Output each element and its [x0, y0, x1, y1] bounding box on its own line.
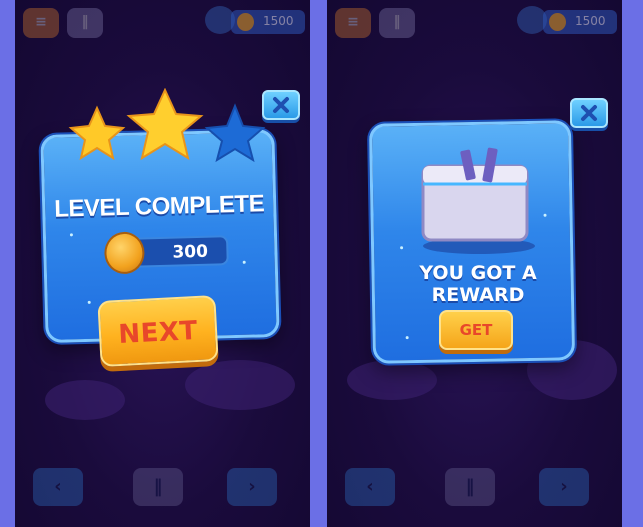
arrow-right-icon: › [248, 476, 256, 497]
coin-counter: 1500 [543, 10, 617, 34]
star-rating [68, 88, 266, 163]
bg-rock [45, 380, 125, 420]
forward-button[interactable]: › [539, 468, 589, 506]
bg-rock [347, 360, 437, 400]
pause-button[interactable]: ‖ [67, 8, 103, 38]
star-empty-icon [204, 103, 266, 163]
coin-icon [103, 231, 145, 275]
next-label: NEXT [117, 315, 199, 351]
coin-count: 1500 [263, 14, 294, 28]
level-complete-title: LEVEL COMPLETE [53, 190, 265, 223]
pause-footer-button[interactable]: ‖ [133, 468, 183, 506]
close-button[interactable] [570, 98, 608, 128]
get-button[interactable]: GET [439, 310, 513, 350]
menu-button[interactable]: ≡ [335, 8, 371, 38]
pause-footer-button[interactable]: ‖ [445, 468, 495, 506]
arrow-left-icon: ‹ [54, 476, 62, 497]
pause-button[interactable]: ‖ [379, 8, 415, 38]
menu-icon: ≡ [347, 14, 359, 30]
close-icon [581, 105, 597, 121]
coin-icon [237, 13, 254, 31]
coin-count: 1500 [575, 14, 606, 28]
reward-screen: ≡ ‖ 1500 YOU GOT A REWARD GET ‹ ‖ › [327, 0, 622, 527]
pause-icon: ‖ [465, 476, 475, 497]
coins-earned-bar: 300 [103, 231, 229, 275]
coin-counter: 1500 [231, 10, 305, 34]
pause-icon: ‖ [393, 14, 401, 30]
level-complete-screen: ≡ ‖ 1500 LEVEL COMPLETE 300 NEXT ‹ ‖ › [15, 0, 310, 527]
next-button[interactable]: NEXT [97, 294, 219, 368]
get-label: GET [459, 321, 493, 339]
star-filled-icon [68, 105, 126, 161]
reward-chest-icon [421, 147, 535, 254]
bg-rock [185, 360, 295, 410]
previous-button[interactable]: ‹ [345, 468, 395, 506]
forward-button[interactable]: › [227, 468, 277, 506]
pause-icon: ‖ [81, 14, 89, 30]
reward-title: YOU GOT A REWARD [419, 262, 537, 306]
star-filled-icon [126, 88, 204, 161]
previous-button[interactable]: ‹ [33, 468, 83, 506]
pause-icon: ‖ [153, 476, 163, 497]
coin-icon [549, 13, 566, 31]
menu-button[interactable]: ≡ [23, 8, 59, 38]
menu-icon: ≡ [35, 14, 47, 30]
coins-earned-value: 300 [172, 241, 209, 263]
arrow-left-icon: ‹ [366, 476, 374, 497]
arrow-right-icon: › [560, 476, 568, 497]
